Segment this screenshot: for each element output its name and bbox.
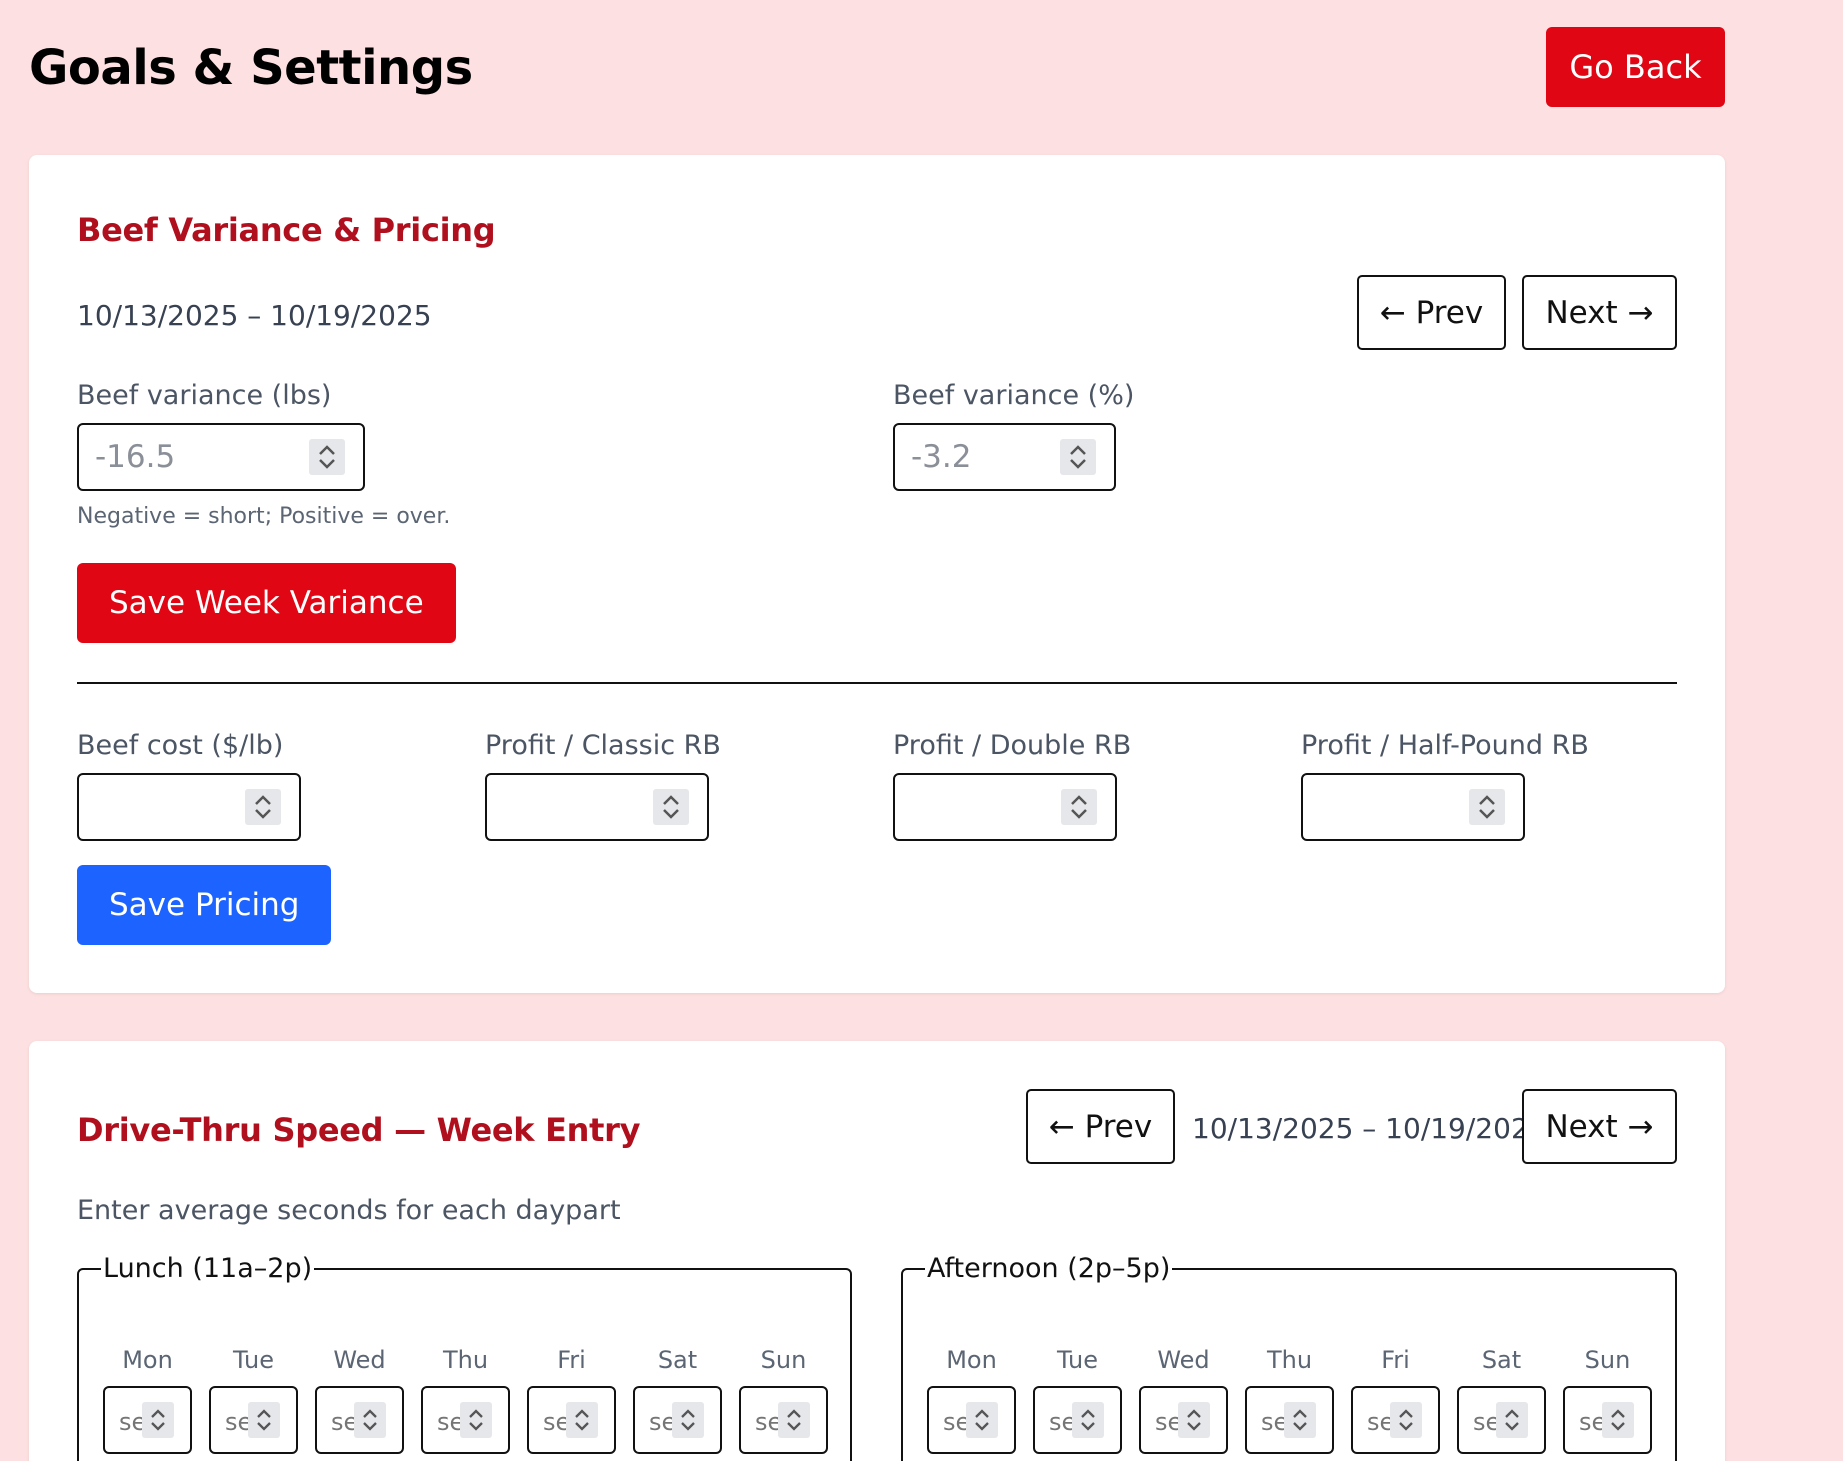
beef-variance-card: Beef Variance & Pricing 10/13/2025 – 10/… xyxy=(29,155,1725,993)
day-seconds-spinner-icon[interactable] xyxy=(1072,1402,1104,1438)
daypart-afternoon: Afternoon (2p–5p) Mon Tue Wed Thu Fri Sat Sun xyxy=(901,1253,1677,1461)
day-seconds-input[interactable] xyxy=(103,1386,192,1454)
drive-thru-instructions: Enter average seconds for each daypart xyxy=(77,1195,621,1226)
day-seconds-input[interactable] xyxy=(1033,1386,1122,1454)
profit-double-spinner-icon[interactable] xyxy=(1061,789,1097,825)
profit-halfpound-spinner-icon[interactable] xyxy=(1469,789,1505,825)
daypart-lunch-legend: Lunch (11a–2p) xyxy=(103,1253,313,1284)
day-seconds-spinner-icon[interactable] xyxy=(566,1402,598,1438)
daypart-lunch: Lunch (11a–2p) Mon Tue Wed Thu Fri Sat Sun xyxy=(77,1253,852,1461)
day-column: Wed xyxy=(315,1346,404,1454)
day-column: Fri xyxy=(527,1346,616,1454)
day-name: Fri xyxy=(557,1346,586,1374)
day-column: Thu xyxy=(1245,1346,1334,1454)
drive-thru-prev-week-button[interactable]: ← Prev xyxy=(1026,1089,1175,1164)
day-seconds-spinner-icon[interactable] xyxy=(142,1402,174,1438)
day-name: Thu xyxy=(442,1346,489,1374)
day-name: Mon xyxy=(946,1346,997,1374)
day-column: Wed xyxy=(1139,1346,1228,1454)
section-divider xyxy=(77,682,1677,684)
drive-thru-section-title: Drive-Thru Speed — Week Entry xyxy=(77,1111,641,1149)
beef-cost-spinner-icon[interactable] xyxy=(245,789,281,825)
page-title: Goals & Settings xyxy=(29,40,473,96)
variance-pct-input[interactable]: -3.2 xyxy=(893,423,1116,491)
day-name: Sat xyxy=(1481,1346,1522,1374)
day-seconds-input[interactable] xyxy=(927,1386,1016,1454)
day-name: Thu xyxy=(1266,1346,1313,1374)
day-seconds-input[interactable] xyxy=(739,1386,828,1454)
day-seconds-input[interactable] xyxy=(315,1386,404,1454)
day-seconds-spinner-icon[interactable] xyxy=(248,1402,280,1438)
day-name: Tue xyxy=(1057,1346,1098,1374)
day-column: Thu xyxy=(421,1346,510,1454)
day-name: Wed xyxy=(1157,1346,1210,1374)
day-seconds-spinner-icon[interactable] xyxy=(672,1402,704,1438)
beef-prev-week-button[interactable]: ← Prev xyxy=(1357,275,1506,350)
profit-classic-label: Profit / Classic RB xyxy=(485,730,721,761)
day-column: Tue xyxy=(1033,1346,1122,1454)
day-seconds-input[interactable] xyxy=(421,1386,510,1454)
save-pricing-button[interactable]: Save Pricing xyxy=(77,865,332,945)
day-name: Fri xyxy=(1381,1346,1410,1374)
day-name: Sun xyxy=(760,1346,807,1374)
day-column: Tue xyxy=(209,1346,298,1454)
profit-classic-input[interactable] xyxy=(485,773,709,841)
profit-double-input[interactable] xyxy=(893,773,1117,841)
day-seconds-input[interactable] xyxy=(527,1386,616,1454)
day-seconds-spinner-icon[interactable] xyxy=(354,1402,386,1438)
day-seconds-input[interactable] xyxy=(1563,1386,1652,1454)
day-seconds-spinner-icon[interactable] xyxy=(778,1402,810,1438)
variance-pct-label: Beef variance (%) xyxy=(893,380,1135,411)
day-seconds-spinner-icon[interactable] xyxy=(1602,1402,1634,1438)
day-column: Sun xyxy=(739,1346,828,1454)
drive-thru-date-range: 10/13/2025 – 10/19/2025 xyxy=(1192,1112,1547,1145)
variance-lbs-input[interactable]: -16.5 xyxy=(77,423,365,491)
go-back-button[interactable]: Go Back xyxy=(1546,27,1725,107)
day-column: Fri xyxy=(1351,1346,1440,1454)
day-column: Mon xyxy=(103,1346,192,1454)
variance-lbs-spinner-icon[interactable] xyxy=(309,439,345,475)
day-seconds-input[interactable] xyxy=(1139,1386,1228,1454)
day-seconds-input[interactable] xyxy=(633,1386,722,1454)
drive-thru-next-week-button[interactable]: Next → xyxy=(1522,1089,1677,1164)
beef-date-range: 10/13/2025 – 10/19/2025 xyxy=(77,299,432,332)
day-seconds-spinner-icon[interactable] xyxy=(1390,1402,1422,1438)
daypart-afternoon-legend: Afternoon (2p–5p) xyxy=(927,1253,1171,1284)
day-name: Sun xyxy=(1584,1346,1631,1374)
variance-lbs-label: Beef variance (lbs) xyxy=(77,380,332,411)
day-name: Tue xyxy=(233,1346,274,1374)
beef-section-title: Beef Variance & Pricing xyxy=(77,211,496,249)
variance-pct-spinner-icon[interactable] xyxy=(1060,439,1096,475)
save-week-variance-button[interactable]: Save Week Variance xyxy=(77,563,456,643)
profit-halfpound-label: Profit / Half-Pound RB xyxy=(1301,730,1589,761)
day-seconds-input[interactable] xyxy=(1457,1386,1546,1454)
day-name: Wed xyxy=(333,1346,386,1374)
day-seconds-spinner-icon[interactable] xyxy=(1284,1402,1316,1438)
drive-thru-card: Drive-Thru Speed — Week Entry ← Prev 10/… xyxy=(29,1041,1725,1461)
page: Goals & Settings Go Back Beef Variance &… xyxy=(0,0,1843,1461)
profit-halfpound-input[interactable] xyxy=(1301,773,1525,841)
day-name: Mon xyxy=(122,1346,173,1374)
beef-cost-label: Beef cost ($/lb) xyxy=(77,730,284,761)
day-seconds-input[interactable] xyxy=(209,1386,298,1454)
day-seconds-spinner-icon[interactable] xyxy=(460,1402,492,1438)
day-seconds-spinner-icon[interactable] xyxy=(966,1402,998,1438)
beef-cost-input[interactable] xyxy=(77,773,301,841)
day-seconds-spinner-icon[interactable] xyxy=(1496,1402,1528,1438)
day-name: Sat xyxy=(657,1346,698,1374)
day-column: Sat xyxy=(1457,1346,1546,1454)
day-seconds-spinner-icon[interactable] xyxy=(1178,1402,1210,1438)
profit-double-label: Profit / Double RB xyxy=(893,730,1132,761)
daypart-afternoon-days: Mon Tue Wed Thu Fri Sat Sun xyxy=(927,1346,1652,1454)
day-column: Mon xyxy=(927,1346,1016,1454)
day-column: Sat xyxy=(633,1346,722,1454)
daypart-lunch-days: Mon Tue Wed Thu Fri Sat Sun xyxy=(103,1346,828,1454)
variance-hint: Negative = short; Positive = over. xyxy=(77,504,451,529)
day-seconds-input[interactable] xyxy=(1351,1386,1440,1454)
day-column: Sun xyxy=(1563,1346,1652,1454)
profit-classic-spinner-icon[interactable] xyxy=(653,789,689,825)
day-seconds-input[interactable] xyxy=(1245,1386,1334,1454)
beef-next-week-button[interactable]: Next → xyxy=(1522,275,1677,350)
